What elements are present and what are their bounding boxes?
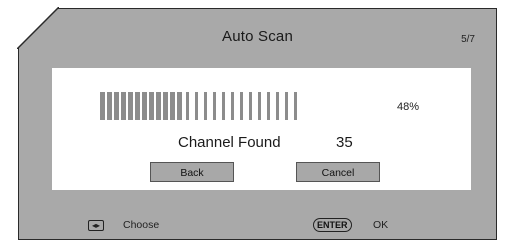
progress-segment-empty [213,92,216,120]
back-button[interactable]: Back [150,162,234,182]
progress-segment-filled [114,92,119,120]
enter-key-icon: ENTER [313,218,352,232]
progress-segment-filled [163,92,168,120]
ok-hint-label: OK [373,219,389,231]
progress-percent-label: 48% [397,101,420,113]
cancel-button[interactable]: Cancel [296,162,380,182]
progress-segment-empty [267,92,270,120]
progress-segment-empty [222,92,225,120]
progress-segment-filled [121,92,126,120]
progress-segment-empty [195,92,198,120]
scan-progress-bar [100,92,386,120]
progress-segment-empty [276,92,279,120]
progress-segment-empty [285,92,288,120]
scan-panel [52,68,471,190]
left-right-arrows-icon: ◂▸ [88,220,104,231]
progress-segment-filled [156,92,161,120]
progress-segment-filled [170,92,175,120]
progress-segment-filled [177,92,182,120]
progress-segment-empty [204,92,207,120]
progress-segment-filled [149,92,154,120]
page-indicator: 5/7 [461,34,475,45]
progress-segment-empty [294,92,297,120]
progress-segment-filled [135,92,140,120]
channel-found-label: Channel Found [178,134,281,151]
progress-segment-filled [107,92,112,120]
progress-segment-filled [128,92,133,120]
progress-segment-filled [142,92,147,120]
progress-segment-empty [258,92,261,120]
progress-segment-filled [100,92,105,120]
progress-segment-empty [249,92,252,120]
auto-scan-screen: Auto Scan 5/7 48% Channel Found 35 Back … [0,0,515,248]
page-title: Auto Scan [221,28,293,45]
progress-segment-empty [240,92,243,120]
channel-found-count: 35 [336,134,353,151]
choose-hint-label: Choose [123,219,160,231]
progress-segment-empty [186,92,189,120]
progress-segment-empty [231,92,234,120]
